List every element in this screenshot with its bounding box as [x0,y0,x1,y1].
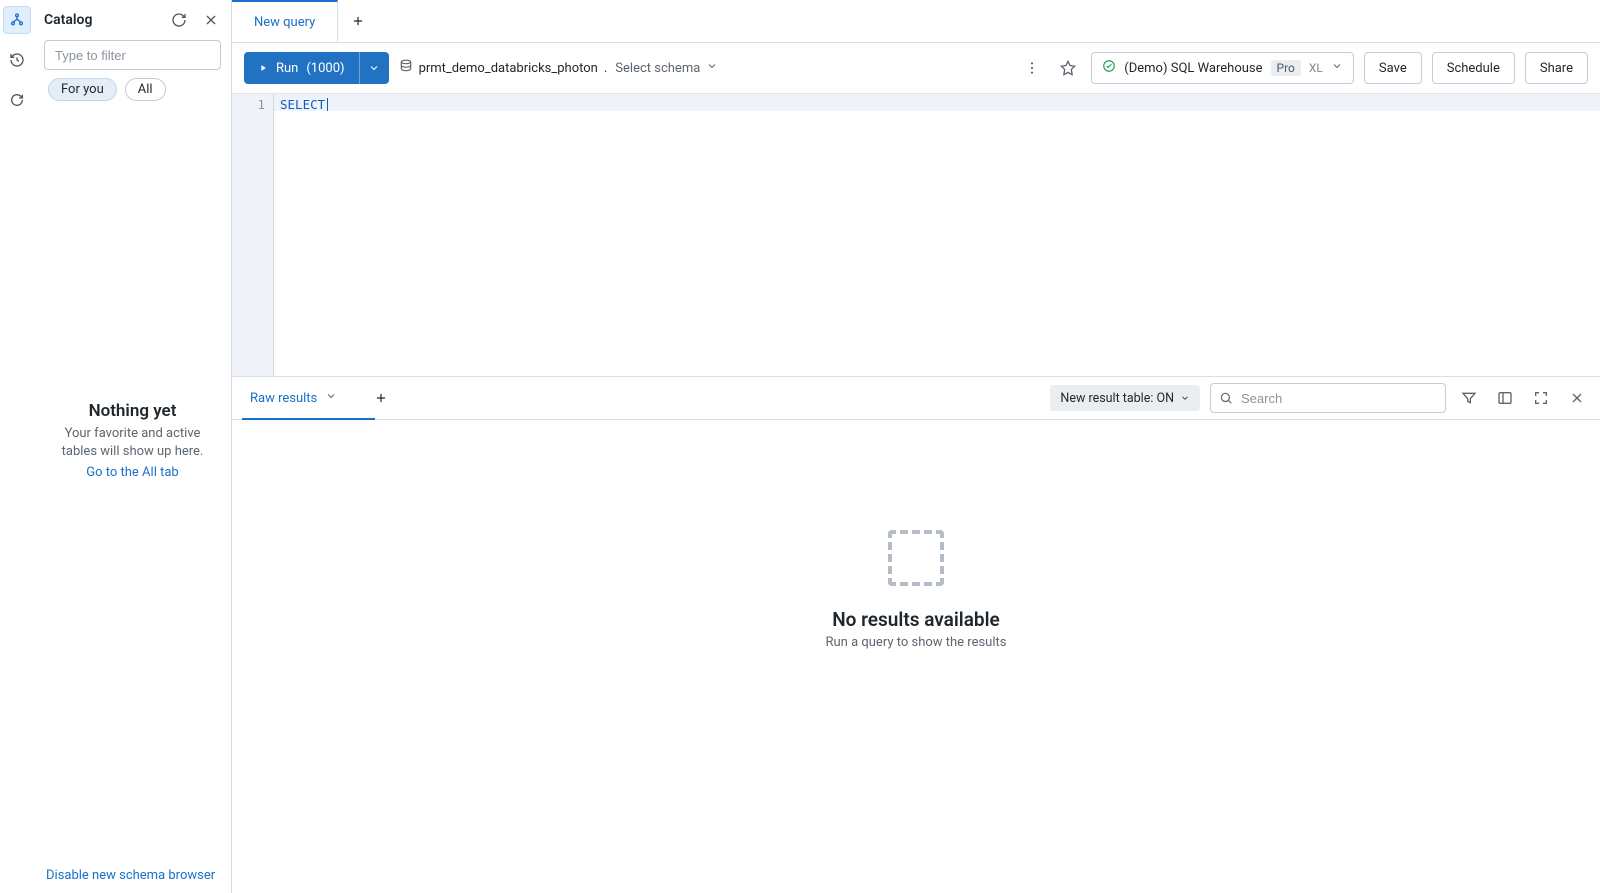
left-rail [0,0,34,893]
catalog-empty-state: Nothing yet Your favorite and active tab… [34,401,231,858]
empty-results-icon [888,530,944,586]
close-results-icon[interactable] [1564,385,1590,411]
chevron-down-icon [325,390,337,406]
new-result-table-toggle[interactable]: New result table: ON [1050,385,1200,411]
main-area: New query Run (1000) p [232,0,1600,893]
editor-toolbar: Run (1000) prmt_demo_databricks_photon. … [232,43,1600,93]
database-icon [399,59,413,77]
status-ok-icon [1102,59,1116,77]
chevron-down-icon [706,60,718,76]
sql-editor[interactable]: 1 SELECT [232,93,1600,376]
schema-hint: Select schema [615,61,700,76]
results-search-input[interactable] [1239,390,1437,407]
add-result-tab-button[interactable] [367,384,395,412]
catalog-refresh-icon[interactable] [167,8,191,32]
more-menu-icon[interactable] [1019,55,1045,81]
results-tab-raw[interactable]: Raw results [242,377,345,419]
query-tab-active[interactable]: New query [232,0,338,42]
save-button[interactable]: Save [1364,52,1422,84]
schedule-button[interactable]: Schedule [1432,52,1515,84]
run-label: Run [276,61,298,76]
schema-browser-icon[interactable] [3,6,31,34]
editor-cursor [327,98,328,111]
add-query-tab-button[interactable] [338,0,378,42]
catalog-empty-title: Nothing yet [89,401,177,421]
editor-gutter: 1 [232,94,274,376]
search-icon [1219,391,1233,405]
filter-icon[interactable] [1456,385,1482,411]
catalog-close-icon[interactable] [199,8,223,32]
disable-schema-browser-link[interactable]: Disable new schema browser [46,868,215,883]
run-button[interactable]: Run (1000) [244,52,359,84]
catalog-panel: Catalog For you All Nothing yet Your fav… [34,0,232,893]
share-button[interactable]: Share [1525,52,1588,84]
line-number: 1 [232,97,265,112]
run-dropdown-button[interactable] [359,52,389,84]
warehouse-name: (Demo) SQL Warehouse [1124,61,1262,76]
schema-selector[interactable]: prmt_demo_databricks_photon. Select sche… [399,59,719,77]
results-toolbar: Raw results New result table: ON [232,376,1600,420]
results-search[interactable] [1210,383,1446,413]
results-empty-body: Run a query to show the results [826,635,1007,650]
results-empty-title: No results available [832,608,1000,631]
refresh-settings-icon[interactable] [3,86,31,114]
editor-line: SELECT [274,94,1600,111]
query-tab-label: New query [254,15,315,30]
history-icon[interactable] [3,46,31,74]
results-empty-state: No results available Run a query to show… [232,420,1600,893]
chevron-down-icon [1331,60,1343,76]
results-tab-label: Raw results [250,391,317,406]
panel-toggle-icon[interactable] [1492,385,1518,411]
run-count: (1000) [306,61,344,76]
catalog-title: Catalog [44,12,159,28]
catalog-filter-input[interactable] [44,40,221,70]
schema-catalog-name: prmt_demo_databricks_photon [419,61,598,76]
catalog-pill-all[interactable]: All [125,78,166,101]
warehouse-tier-badge: Pro [1271,60,1301,76]
query-tab-bar: New query [232,0,1600,43]
toggle-label: New result table: ON [1060,391,1174,406]
catalog-empty-link[interactable]: Go to the All tab [86,465,178,480]
favorite-star-icon[interactable] [1055,55,1081,81]
catalog-pill-for-you[interactable]: For you [48,78,117,101]
sql-keyword: SELECT [280,97,325,112]
expand-icon[interactable] [1528,385,1554,411]
catalog-empty-body: Your favorite and active tables will sho… [46,425,219,461]
warehouse-selector[interactable]: (Demo) SQL Warehouse Pro XL [1091,52,1354,84]
warehouse-size: XL [1309,61,1323,75]
